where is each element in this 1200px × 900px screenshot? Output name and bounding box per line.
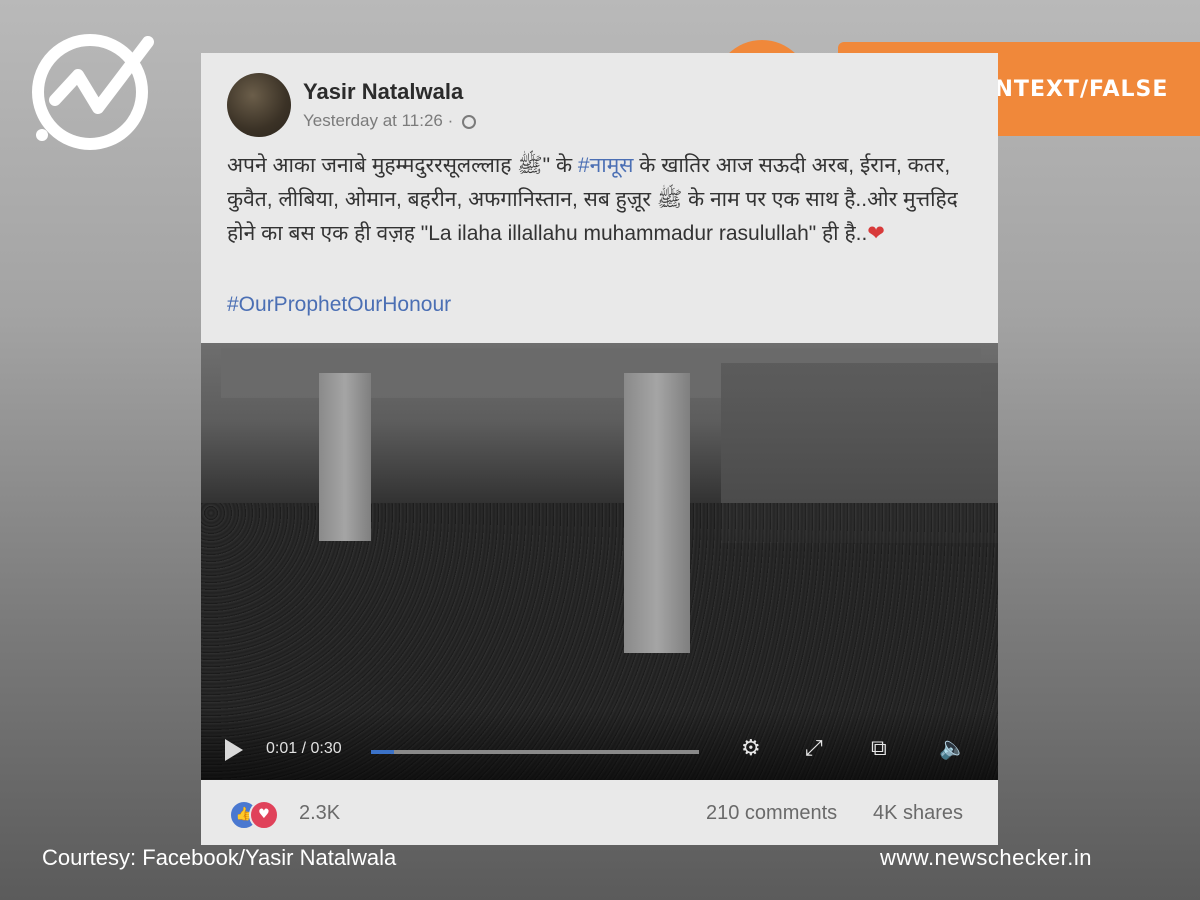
video-progress-bar[interactable] [371,750,699,754]
video-player[interactable]: 0:01 / 0:30 ⚙ ⤢ ⧉ 🔈 [201,343,998,780]
love-icon[interactable]: ♥ [249,800,279,830]
post-text-part: अपने आका जनाबे मुहम्मदुररसूलल्लाह ﷺ" के [227,154,578,177]
gear-icon[interactable]: ⚙ [741,736,761,761]
video-progress-fill [371,750,394,754]
reaction-count[interactable]: 2.3K [299,802,340,825]
newschecker-logo-icon [30,30,165,150]
video-controls: 0:01 / 0:30 ⚙ ⤢ ⧉ 🔈 [201,710,998,780]
timestamp-text: Yesterday at 11:26 · [303,111,454,130]
video-frame-pillar [624,373,690,653]
video-time: 0:01 / 0:30 [266,740,342,757]
post-timestamp[interactable]: Yesterday at 11:26 · [303,111,477,131]
post-body: अपने आका जनाबे मुहम्मदुररसूलल्लाह ﷺ" के … [227,149,967,251]
post-footer: 👍 ♥ 2.3K 210 comments 4K shares [201,780,998,845]
avatar[interactable] [227,73,291,137]
comments-count[interactable]: 210 comments [706,802,837,825]
hashtag-link[interactable]: #नामूस [578,154,634,177]
author-name[interactable]: Yasir Natalwala [303,79,463,105]
fullscreen-icon[interactable]: ⤢ [805,736,823,761]
hashtag-link[interactable]: #OurProphetOurHonour [227,293,451,317]
video-frame-pillar [319,373,371,541]
courtesy-caption: Courtesy: Facebook/Yasir Natalwala [42,845,397,870]
play-icon[interactable] [225,739,243,761]
volume-icon[interactable]: 🔈 [939,736,966,761]
globe-icon [462,114,477,129]
facebook-post-card: Yasir Natalwala Yesterday at 11:26 · अपन… [201,53,998,845]
post-header: Yasir Natalwala Yesterday at 11:26 · [227,73,827,143]
shares-count[interactable]: 4K shares [873,802,963,825]
site-url: www.newschecker.in [880,845,1092,870]
picture-in-picture-icon[interactable]: ⧉ [871,736,887,761]
heart-emoji: ❤ [867,222,885,245]
